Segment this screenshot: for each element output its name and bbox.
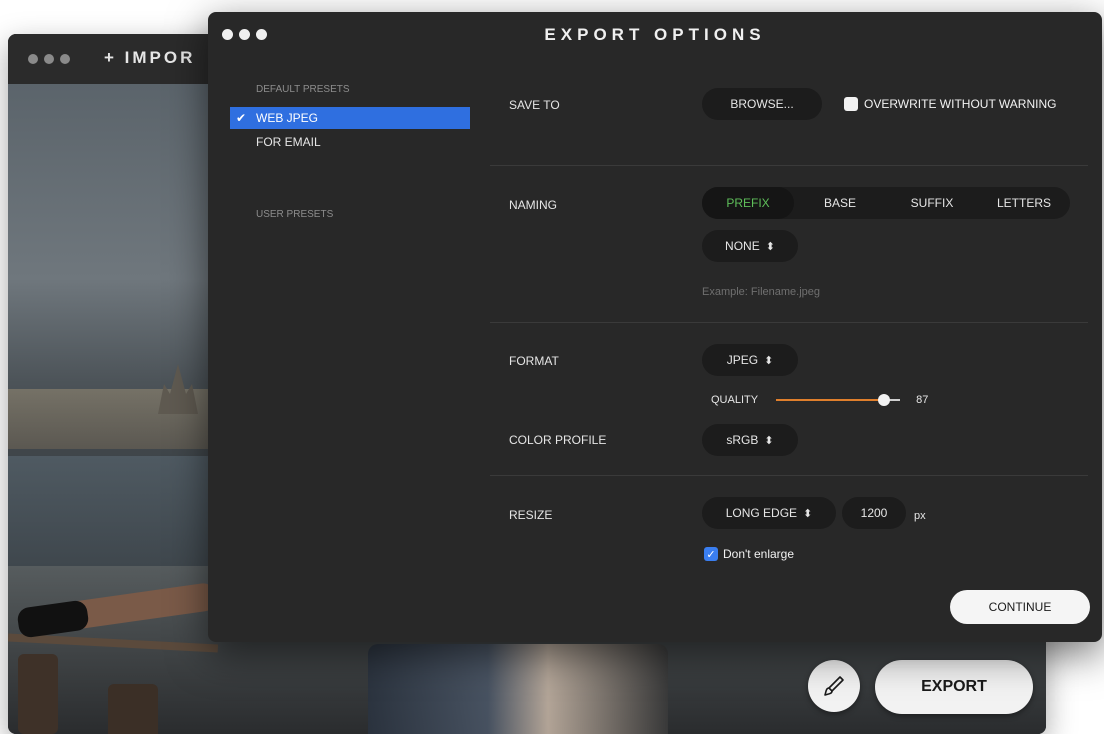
- checkmark-icon: ✔: [236, 111, 247, 125]
- updown-chevron-icon: ⬍: [764, 354, 774, 367]
- quality-label: QUALITY: [711, 394, 759, 406]
- overwrite-label: OVERWRITE WITHOUT WARNING: [864, 97, 1057, 111]
- slider-knob[interactable]: [878, 394, 891, 406]
- naming-label: NAMING: [509, 198, 557, 212]
- section-divider: [490, 475, 1088, 476]
- dont-enlarge-checkbox[interactable]: ✓: [704, 547, 718, 561]
- browse-label: BROWSE...: [730, 97, 794, 111]
- browse-button[interactable]: BROWSE...: [702, 88, 822, 120]
- naming-segmented-control: PREFIX BASE SUFFIX LETTERS: [702, 187, 1070, 219]
- user-presets-heading: USER PRESETS: [256, 209, 334, 220]
- quality-value: 87: [916, 394, 929, 406]
- format-select[interactable]: JPEG ⬍: [702, 344, 798, 376]
- preset-for-email[interactable]: FOR EMAIL: [230, 131, 470, 153]
- close-dot-icon[interactable]: [28, 54, 38, 64]
- updown-chevron-icon: ⬍: [765, 240, 775, 253]
- updown-chevron-icon: ⬍: [803, 507, 813, 520]
- brush-icon: [824, 676, 844, 696]
- updown-chevron-icon: ⬍: [764, 434, 774, 447]
- color-profile-label: COLOR PROFILE: [509, 433, 607, 447]
- preset-web-jpeg[interactable]: ✔ WEB JPEG: [230, 107, 470, 129]
- photo-spire: [158, 364, 198, 414]
- brush-button[interactable]: [808, 660, 860, 712]
- import-title[interactable]: + IMPOR: [104, 48, 195, 68]
- export-button[interactable]: EXPORT: [875, 660, 1033, 714]
- tab-base[interactable]: BASE: [794, 187, 886, 219]
- resize-label: RESIZE: [509, 508, 553, 522]
- continue-button[interactable]: CONTINUE: [950, 590, 1090, 624]
- resize-mode-value: LONG EDGE: [725, 506, 798, 520]
- dont-enlarge-option[interactable]: ✓ Don't enlarge: [704, 547, 794, 561]
- save-to-label: SAVE TO: [509, 98, 560, 112]
- prefix-select[interactable]: NONE ⬍: [702, 230, 798, 262]
- prefix-value: NONE: [725, 239, 760, 253]
- resize-size-value: 1200: [860, 506, 888, 520]
- photo-post: [108, 684, 158, 734]
- resize-unit-label: px: [914, 510, 926, 522]
- dont-enlarge-label: Don't enlarge: [723, 547, 795, 561]
- format-label: FORMAT: [509, 354, 559, 368]
- color-profile-value: sRGB: [726, 433, 759, 447]
- export-options-dialog: EXPORT OPTIONS DEFAULT PRESETS ✔ WEB JPE…: [208, 12, 1102, 642]
- minimize-dot-icon[interactable]: [44, 54, 54, 64]
- dialog-title: EXPORT OPTIONS: [544, 25, 766, 44]
- window-controls[interactable]: [28, 54, 70, 64]
- naming-example: Example: Filename.jpeg: [702, 286, 821, 298]
- section-divider: [490, 165, 1088, 166]
- tab-prefix[interactable]: PREFIX: [702, 187, 794, 219]
- color-profile-select[interactable]: sRGB ⬍: [702, 424, 798, 456]
- preset-label: WEB JPEG: [256, 111, 319, 125]
- overwrite-checkbox[interactable]: [844, 97, 858, 111]
- slider-fill: [776, 399, 885, 401]
- quality-row: QUALITY 87: [711, 393, 928, 407]
- tab-letters[interactable]: LETTERS: [978, 187, 1070, 219]
- format-value: JPEG: [726, 353, 759, 367]
- maximize-dot-icon[interactable]: [60, 54, 70, 64]
- quality-slider[interactable]: [776, 393, 901, 407]
- photo-pier: [8, 633, 219, 653]
- section-divider: [490, 322, 1088, 323]
- photo-person: [368, 644, 668, 734]
- preset-label: FOR EMAIL: [256, 135, 321, 149]
- photo-post: [18, 654, 58, 734]
- tab-suffix[interactable]: SUFFIX: [886, 187, 978, 219]
- resize-size-input[interactable]: 1200: [842, 497, 906, 529]
- default-presets-heading: DEFAULT PRESETS: [256, 84, 350, 95]
- photo-shoe: [16, 599, 90, 639]
- resize-mode-select[interactable]: LONG EDGE ⬍: [702, 497, 836, 529]
- overwrite-option[interactable]: OVERWRITE WITHOUT WARNING: [844, 97, 1056, 111]
